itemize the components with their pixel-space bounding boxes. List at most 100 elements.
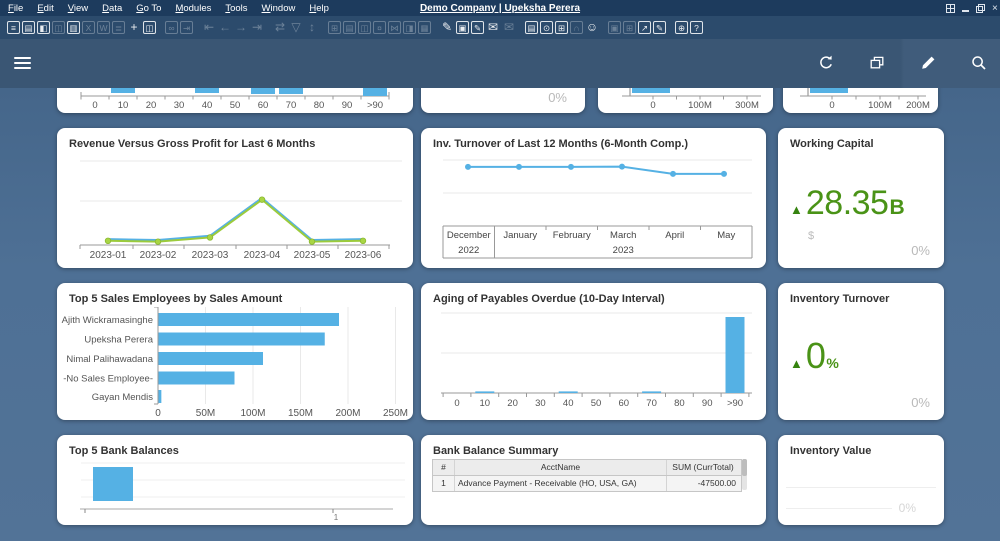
- chart-link-icon[interactable]: ↗: [638, 21, 651, 34]
- next-record-icon[interactable]: →: [234, 21, 248, 34]
- document-edit-icon[interactable]: ✎: [471, 21, 484, 34]
- restore-icon[interactable]: [976, 4, 985, 13]
- svg-text:2023-01: 2023-01: [90, 250, 127, 261]
- business-partner-icon[interactable]: ▤: [343, 21, 356, 34]
- menu-edit[interactable]: Edit: [37, 3, 53, 14]
- swap-icon[interactable]: ⇄: [273, 21, 287, 34]
- svg-text:70: 70: [646, 398, 657, 409]
- help-icon[interactable]: ?: [690, 21, 703, 34]
- kpi-suffix: %: [826, 355, 838, 371]
- clipped-histogram-chart: 0102030405060708090>90: [57, 88, 413, 113]
- window-controls: ×: [946, 3, 998, 13]
- duplicate-icon[interactable]: ◫: [358, 21, 371, 34]
- print-preview-icon[interactable]: ▥: [67, 21, 80, 34]
- table-header-cell[interactable]: AcctName: [455, 460, 667, 475]
- kpi-unit: $: [808, 230, 814, 242]
- document-sign-icon[interactable]: ✎: [653, 21, 666, 34]
- menu-data[interactable]: Data: [102, 3, 122, 14]
- search-icon[interactable]: [970, 54, 988, 72]
- table-header-row: #AcctNameSUM (CurrTotal): [433, 460, 741, 476]
- web-document-icon[interactable]: ⊕: [675, 21, 688, 34]
- svg-text:50: 50: [230, 100, 241, 111]
- menu-help[interactable]: Help: [309, 3, 329, 14]
- menu-modules[interactable]: Modules: [175, 3, 211, 14]
- svg-text:2022: 2022: [458, 245, 479, 256]
- hamburger-menu-icon[interactable]: [14, 57, 31, 70]
- table-row[interactable]: 1Advance Payment - Receivable (HO, USA, …: [433, 476, 741, 491]
- form-search-icon[interactable]: ≡: [7, 21, 20, 34]
- trend-up-icon: ▲: [790, 202, 803, 217]
- svg-text:10: 10: [480, 398, 491, 409]
- window-restore-icon[interactable]: [868, 54, 886, 72]
- document-settings-icon[interactable]: ▣: [608, 21, 621, 34]
- svg-text:December: December: [447, 230, 491, 241]
- refresh-icon[interactable]: [817, 54, 835, 72]
- card-clipped-kpi: 0%: [421, 88, 585, 113]
- table-header-cell[interactable]: #: [433, 460, 455, 475]
- form-layout-icon[interactable]: ◫: [143, 21, 156, 34]
- card-title: Aging of Payables Overdue (10-Day Interv…: [433, 293, 665, 305]
- svg-text:2023-06: 2023-06: [345, 250, 382, 261]
- svg-text:50M: 50M: [196, 408, 215, 419]
- first-record-icon[interactable]: ⇤: [202, 21, 216, 34]
- card-title: Inv. Turnover of Last 12 Months (6-Month…: [433, 138, 688, 150]
- svg-text:20: 20: [146, 100, 157, 111]
- messages-icon[interactable]: ✉: [486, 21, 500, 34]
- reconcile-icon[interactable]: ⋈: [388, 21, 401, 34]
- messages-archive-icon[interactable]: ✉: [502, 21, 516, 34]
- close-icon[interactable]: ×: [992, 4, 998, 13]
- card-title: Inventory Turnover: [790, 293, 889, 305]
- print-icon[interactable]: ▤: [22, 21, 35, 34]
- export-pdf-icon[interactable]: ≣: [112, 21, 125, 34]
- svg-text:150M: 150M: [288, 408, 313, 419]
- menu-tools[interactable]: Tools: [225, 3, 247, 14]
- trend-up-icon: ▲: [790, 356, 803, 371]
- kpi-change-value: 0%: [899, 501, 916, 515]
- menu-view[interactable]: View: [68, 3, 88, 14]
- card-aging-payables: Aging of Payables Overdue (10-Day Interv…: [421, 283, 766, 420]
- users-icon[interactable]: ∩: [570, 21, 583, 34]
- svg-text:10: 10: [118, 100, 129, 111]
- minimize-icon[interactable]: [962, 4, 969, 12]
- user-icon[interactable]: ☺: [585, 21, 599, 34]
- grid-settings-icon[interactable]: ⊞: [623, 21, 636, 34]
- find-icon[interactable]: ∞: [165, 21, 178, 34]
- kpi-change-value: 0%: [548, 90, 567, 105]
- previous-record-icon[interactable]: ←: [218, 21, 232, 34]
- export-word-icon[interactable]: W: [97, 21, 110, 34]
- goto-icon[interactable]: ⇥: [180, 21, 193, 34]
- svg-text:May: May: [717, 230, 735, 241]
- bank-balances-chart: 1: [57, 457, 413, 525]
- payment-means-icon[interactable]: ¤: [373, 21, 386, 34]
- table-cell: -47500.00: [667, 476, 739, 491]
- move-icon[interactable]: +: [127, 21, 141, 34]
- menu-go-to[interactable]: Go To: [136, 3, 161, 14]
- last-record-icon[interactable]: ⇥: [250, 21, 264, 34]
- menu-window[interactable]: Window: [262, 3, 296, 14]
- table-view-icon[interactable]: ⊞: [555, 21, 568, 34]
- table-scrollbar[interactable]: [742, 459, 747, 490]
- sort-icon[interactable]: ↕: [305, 21, 319, 34]
- filter-icon[interactable]: ▽: [289, 21, 303, 34]
- menu-file[interactable]: File: [8, 3, 23, 14]
- open-icon[interactable]: ◧: [37, 21, 50, 34]
- split-view-icon[interactable]: ◨: [403, 21, 416, 34]
- document-schedule-icon[interactable]: ⊙: [540, 21, 553, 34]
- document-find-icon[interactable]: ▦: [418, 21, 431, 34]
- apps-grid-icon[interactable]: [946, 4, 955, 13]
- svg-text:February: February: [553, 230, 591, 241]
- svg-text:60: 60: [619, 398, 630, 409]
- table-header-cell[interactable]: SUM (CurrTotal): [667, 460, 739, 475]
- export-excel-icon[interactable]: X: [82, 21, 95, 34]
- svg-text:90: 90: [702, 398, 713, 409]
- maximize-grid-icon[interactable]: ⊞: [328, 21, 341, 34]
- edit-pencil-icon[interactable]: [919, 54, 937, 72]
- app-bar: [0, 39, 1000, 88]
- svg-text:0: 0: [155, 408, 161, 419]
- form-settings-icon[interactable]: ▣: [456, 21, 469, 34]
- bank-balance-table: #AcctNameSUM (CurrTotal)1Advance Payment…: [432, 459, 742, 492]
- svg-text:Nimal Palihawadana: Nimal Palihawadana: [66, 354, 153, 365]
- send-icon[interactable]: ◫: [52, 21, 65, 34]
- document-info-icon[interactable]: ▤: [525, 21, 538, 34]
- edit-icon[interactable]: ✎: [440, 21, 454, 34]
